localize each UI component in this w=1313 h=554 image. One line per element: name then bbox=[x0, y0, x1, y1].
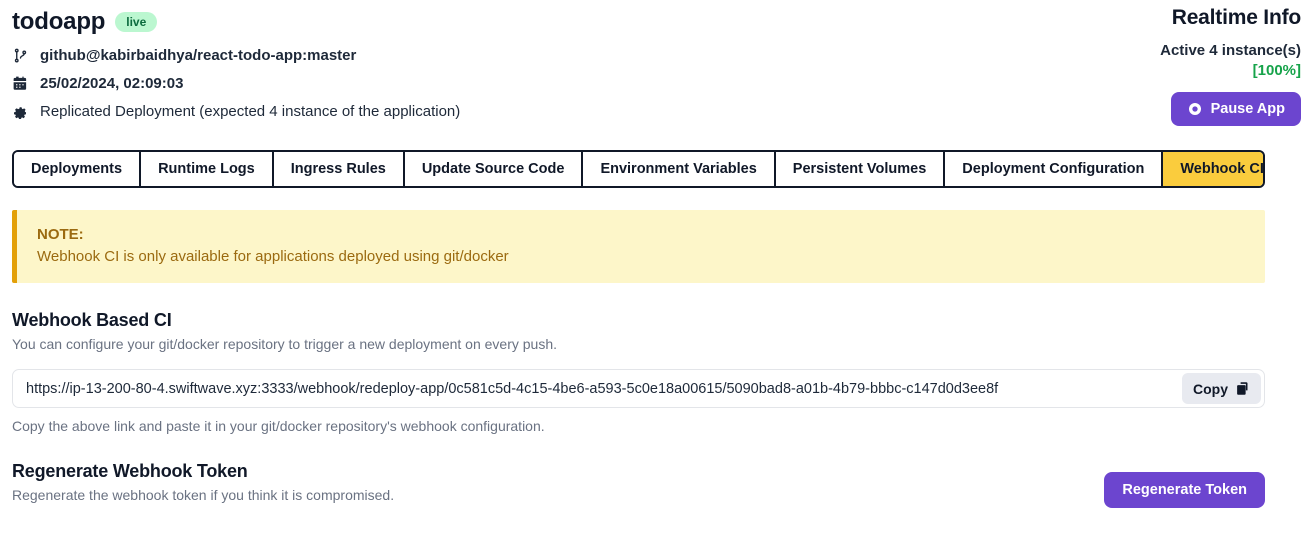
tab-ingress-rules[interactable]: Ingress Rules bbox=[273, 152, 405, 186]
tab-update-source-code[interactable]: Update Source Code bbox=[404, 152, 584, 186]
gear-icon bbox=[12, 103, 29, 120]
tab-label: Environment Variables bbox=[600, 161, 757, 177]
realtime-info-panel: Realtime Info Active 4 instance(s) [100%… bbox=[971, 6, 1301, 126]
tab-runtime-logs[interactable]: Runtime Logs bbox=[141, 152, 274, 186]
repo-label: github@kabirbaidhya/react-todo-app:maste… bbox=[40, 47, 357, 64]
copy-button-label: Copy bbox=[1193, 380, 1228, 397]
regenerate-token-label: Regenerate Token bbox=[1122, 482, 1247, 498]
regenerate-section-description: Regenerate the webhook token if you thin… bbox=[12, 487, 395, 503]
webhook-ci-section: Webhook Based CI You can configure your … bbox=[12, 310, 1265, 434]
tab-label: Update Source Code bbox=[421, 161, 565, 177]
instances-percentage: [100%] bbox=[1252, 62, 1301, 79]
tab-label: Ingress Rules bbox=[290, 161, 386, 177]
webhook-section-description: You can configure your git/docker reposi… bbox=[12, 336, 558, 352]
deployment-mode-label: Replicated Deployment (expected 4 instan… bbox=[40, 103, 461, 120]
tab-label: Deployment Configuration bbox=[962, 161, 1145, 177]
tab-bar: Deployments Runtime Logs Ingress Rules U… bbox=[12, 150, 1265, 188]
tab-label: Runtime Logs bbox=[158, 161, 255, 177]
page-title: todoapp bbox=[12, 8, 106, 35]
webhook-url-hint: Copy the above link and paste it in your… bbox=[12, 418, 545, 434]
realtime-info-title: Realtime Info bbox=[1171, 6, 1301, 29]
tab-deployments[interactable]: Deployments bbox=[14, 152, 142, 186]
note-body: Webhook CI is only available for applica… bbox=[37, 248, 509, 265]
status-badge: live bbox=[115, 11, 158, 33]
timestamp-label: 25/02/2024, 02:09:03 bbox=[40, 75, 184, 92]
note-banner: NOTE: Webhook CI is only available for a… bbox=[12, 210, 1265, 283]
page-header: todoapp live github@kabirbaidhya/react-t… bbox=[12, 0, 1301, 150]
regenerate-token-section: Regenerate Webhook Token Regenerate the … bbox=[12, 461, 1265, 508]
pause-app-button[interactable]: Pause App bbox=[1170, 92, 1301, 126]
note-title: NOTE: bbox=[37, 226, 84, 243]
tab-webhook-ci[interactable]: Webhook CI bbox=[1163, 152, 1264, 186]
pause-app-label: Pause App bbox=[1210, 101, 1285, 117]
git-branch-icon bbox=[12, 47, 29, 64]
calendar-icon bbox=[12, 75, 29, 92]
tab-label: Deployments bbox=[31, 161, 123, 177]
tab-deployment-configuration[interactable]: Deployment Configuration bbox=[945, 152, 1164, 186]
active-instances-label: Active 4 instance(s) bbox=[1160, 42, 1301, 59]
tab-persistent-volumes[interactable]: Persistent Volumes bbox=[775, 152, 946, 186]
tab-label: Persistent Volumes bbox=[792, 161, 927, 177]
tab-environment-variables[interactable]: Environment Variables bbox=[583, 152, 776, 186]
webhook-url-row: Copy bbox=[12, 369, 1265, 408]
tab-label: Webhook CI bbox=[1180, 161, 1264, 177]
pause-circle-icon bbox=[1187, 101, 1203, 117]
webhook-url-input[interactable] bbox=[12, 369, 1265, 408]
regenerate-section-title: Regenerate Webhook Token bbox=[12, 461, 248, 481]
copy-icon bbox=[1235, 381, 1250, 396]
regenerate-token-button[interactable]: Regenerate Token bbox=[1104, 472, 1265, 508]
app-detail-page: todoapp live github@kabirbaidhya/react-t… bbox=[0, 0, 1313, 554]
webhook-section-title: Webhook Based CI bbox=[12, 310, 172, 330]
copy-button[interactable]: Copy bbox=[1182, 373, 1261, 404]
